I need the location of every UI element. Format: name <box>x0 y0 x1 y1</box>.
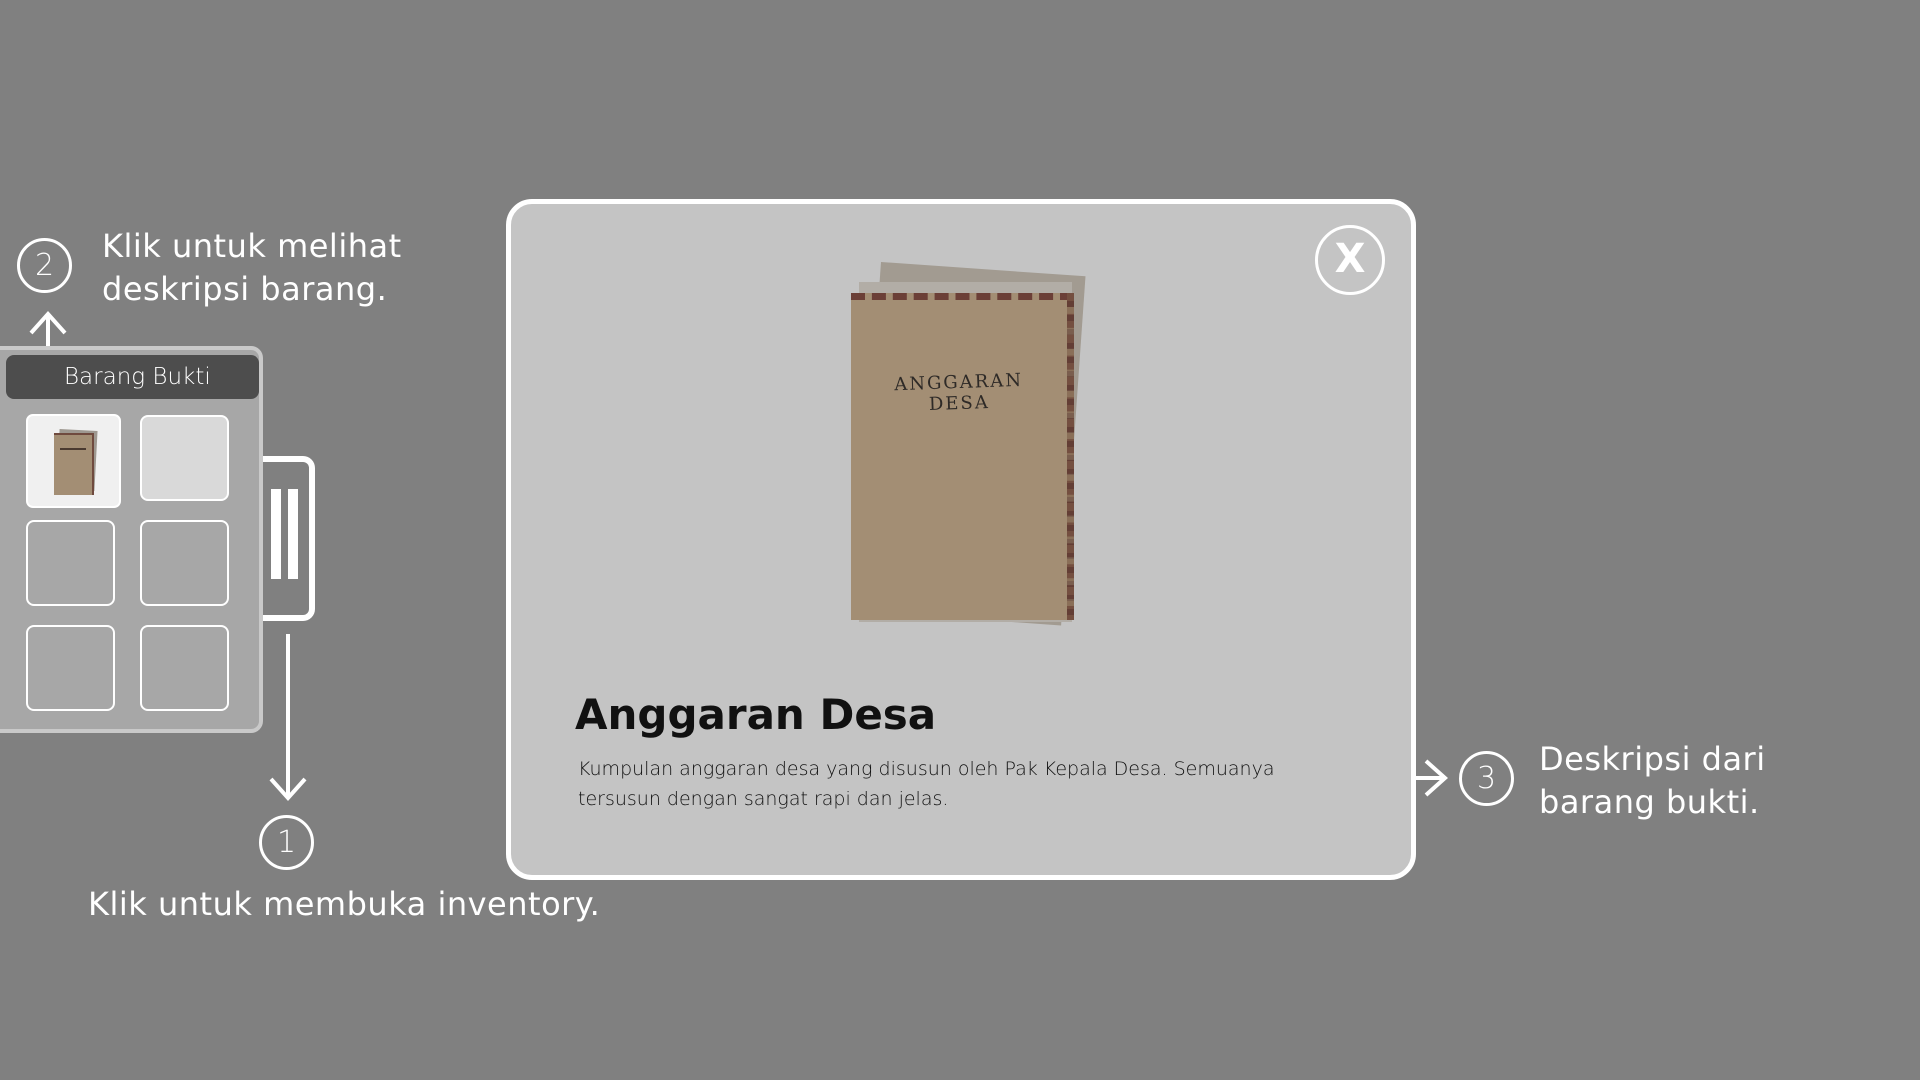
inventory-toggle-button[interactable] <box>263 456 315 621</box>
inventory-slot-1[interactable] <box>26 414 121 508</box>
step3-hint-line2: barang bukti. <box>1539 783 1760 821</box>
step3-number-circle: 3 <box>1459 751 1514 806</box>
item-image: ANGGARAN DESA <box>851 262 1096 642</box>
inventory-slot-6[interactable] <box>140 625 229 711</box>
game-screen: 2 Klik untuk melihat deskripsi barang. B… <box>0 0 1920 1080</box>
inventory-slot-3[interactable] <box>26 520 115 606</box>
inventory-title: Barang Bukti <box>6 355 259 399</box>
item-description-modal: X ANGGARAN DESA Anggaran Desa Kumpulan a… <box>506 199 1416 880</box>
item-name: Anggaran Desa <box>575 690 937 739</box>
close-button[interactable]: X <box>1315 225 1385 295</box>
pause-bars-icon <box>271 489 281 579</box>
inventory-panel: Barang Bukti <box>0 346 263 733</box>
step2-hint: Klik untuk melihat deskripsi barang. <box>102 225 402 311</box>
step3-hint-line1: Deskripsi dari <box>1539 740 1766 778</box>
step2-hint-line2: deskripsi barang. <box>102 270 388 308</box>
step1-number-circle: 1 <box>259 815 314 870</box>
document-book-icon <box>54 429 98 496</box>
book-cover-title: ANGGARAN DESA <box>893 369 1024 416</box>
book-cover: ANGGARAN DESA <box>851 293 1074 620</box>
inventory-slot-2[interactable] <box>140 415 229 501</box>
step3-hint: Deskripsi dari barang bukti. <box>1539 738 1766 824</box>
inventory-slot-5[interactable] <box>26 625 115 711</box>
inventory-slot-4[interactable] <box>140 520 229 606</box>
pause-bar-right <box>288 489 298 579</box>
step2-hint-line1: Klik untuk melihat <box>102 227 402 265</box>
step2-number-circle: 2 <box>17 238 72 293</box>
step1-hint: Klik untuk membuka inventory. <box>88 885 601 923</box>
item-description: Kumpulan anggaran desa yang disusun oleh… <box>578 758 1275 810</box>
